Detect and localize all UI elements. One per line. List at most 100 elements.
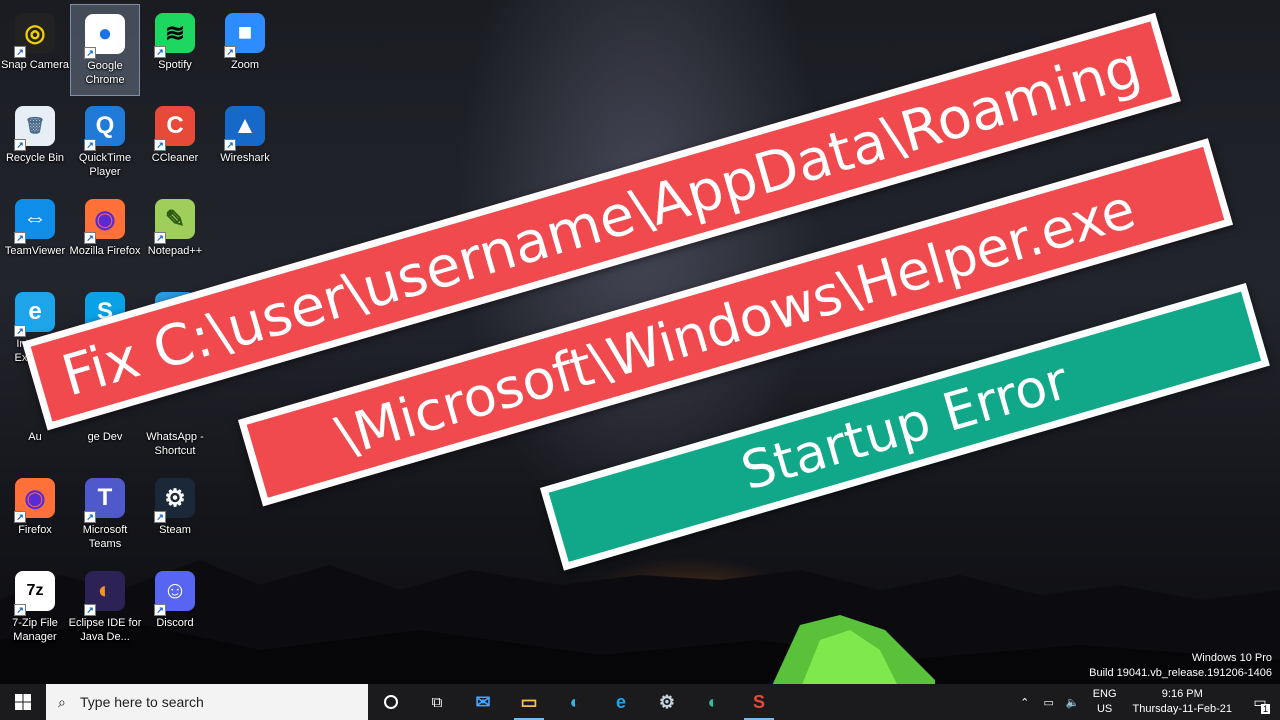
desktop-icon-label: Mozilla Firefox: [69, 245, 141, 257]
snagit-icon: S: [752, 691, 765, 712]
action-center-button[interactable]: ▭ 1: [1240, 684, 1280, 720]
desktop-icon-label: Wireshark: [220, 152, 270, 164]
desktop-icon-label: Eclipse IDE for Java De...: [68, 617, 142, 643]
desktop-icon-zoom[interactable]: ■ ↗ Zoom: [210, 4, 280, 96]
microsoft-teams-icon: T ↗: [82, 475, 128, 523]
taskbar-app-snagit[interactable]: S: [736, 684, 782, 720]
shortcut-arrow-icon: ↗: [84, 511, 96, 523]
desktop-icon-label: Discord: [156, 617, 194, 629]
desktop-icon-label: Snap Camera: [1, 59, 69, 71]
teamviewer-icon: ⇔ ↗: [12, 196, 58, 244]
desktop-icon-label: WhatsApp - Shortcut: [146, 431, 204, 457]
notepad-icon: ✎ ↗: [152, 196, 198, 244]
desktop-icon-quicktime-player[interactable]: Q ↗ QuickTime Player: [70, 97, 140, 189]
shortcut-arrow-icon: ↗: [14, 604, 26, 616]
clock-button[interactable]: 9:16 PM Thursday-11-Feb-21: [1125, 687, 1240, 717]
recycle-bin-icon: 🗑 ↗: [12, 103, 58, 151]
desktop-icon-label: Google Chrome: [85, 60, 125, 86]
desktop-icon-label: 7-Zip File Manager: [12, 617, 58, 643]
shortcut-arrow-icon: ↗: [154, 604, 166, 616]
internet-explorer-icon: e: [615, 691, 626, 712]
shortcut-arrow-icon: ↗: [154, 232, 166, 244]
task-view-button[interactable]: ⧉: [414, 684, 460, 720]
taskbar-app-internet-explorer[interactable]: e: [598, 684, 644, 720]
desktop-icon-discord[interactable]: ☺ ↗ Discord: [140, 562, 210, 654]
desktop-icon-label: Steam: [159, 524, 191, 536]
desktop-icon-label: TeamViewer: [4, 245, 66, 257]
desktop-icon-wireshark[interactable]: ▲ ↗ Wireshark: [210, 97, 280, 189]
mozilla-firefox-icon: ◉ ↗: [82, 196, 128, 244]
desktop-icon-mozilla-firefox[interactable]: ◉ ↗ Mozilla Firefox: [70, 190, 140, 282]
shortcut-arrow-icon: ↗: [84, 604, 96, 616]
internet-explorer-icon: e ↗: [12, 289, 58, 337]
windows-edition: Windows 10 Pro: [1191, 652, 1272, 664]
shortcut-arrow-icon: ↗: [224, 46, 236, 58]
taskbar-app-mail[interactable]: ✉: [460, 684, 506, 720]
shortcut-arrow-icon: ↗: [224, 139, 236, 151]
show-hidden-icons-button[interactable]: ⌃: [1013, 684, 1037, 720]
input-language-button[interactable]: ENG US: [1085, 687, 1125, 717]
desktop-icon-firefox[interactable]: ◉ ↗ Firefox: [0, 469, 70, 561]
speaker-icon: 🔈: [1065, 696, 1080, 709]
task-view-icon: ⧉: [431, 693, 443, 711]
taskbar: ⌕ Type here to search ⧉ ✉ ▭ ◐ e ⚙ ◐ S ⌃ ▭ 🔈 EN…: [0, 684, 1280, 720]
desktop-icon-ccleaner[interactable]: C ↗ CCleaner: [140, 97, 210, 189]
lang-top: ENG: [1092, 688, 1117, 700]
desktop-icon-spotify[interactable]: ≋ ↗ Spotify: [140, 4, 210, 96]
desktop-icon-notepad[interactable]: ✎ ↗ Notepad++: [140, 190, 210, 282]
network-icon: ▭: [1043, 696, 1054, 709]
shortcut-arrow-icon: ↗: [14, 511, 26, 523]
edge-dev-icon: ◐: [707, 691, 719, 712]
desktop-icon-label: QuickTime Player: [78, 152, 132, 178]
windows-logo-icon: [15, 694, 31, 710]
taskbar-app-edge-dev[interactable]: ◐: [690, 684, 736, 720]
desktop-icon-label: CCleaner: [151, 152, 199, 164]
clock-date: Thursday-11-Feb-21: [1132, 703, 1232, 715]
desktop-icon-recycle-bin[interactable]: 🗑 ↗ Recycle Bin: [0, 97, 70, 189]
desktop-icon-label: Microsoft Teams: [82, 524, 128, 550]
google-chrome-icon: ● ↗: [82, 11, 128, 59]
shortcut-arrow-icon: ↗: [84, 139, 96, 151]
shortcut-arrow-icon: ↗: [14, 232, 26, 244]
desktop-icon-snap-camera[interactable]: ◎ ↗ Snap Camera: [0, 4, 70, 96]
desktop-icon-microsoft-teams[interactable]: T ↗ Microsoft Teams: [70, 469, 140, 561]
steam-icon: ⚙: [658, 691, 676, 712]
desktop-icon-steam[interactable]: ⚙ ↗ Steam: [140, 469, 210, 561]
windows-build: Build 19041.vb_release.191206-1406: [1089, 667, 1272, 679]
shortcut-arrow-icon: ↗: [14, 325, 26, 337]
volume-button[interactable]: 🔈: [1061, 684, 1085, 720]
shortcut-arrow-icon: ↗: [154, 46, 166, 58]
zoom-icon: ■ ↗: [222, 10, 268, 58]
discord-icon: ☺ ↗: [152, 568, 198, 616]
desktop-icon-eclipse-ide-for-java-de[interactable]: ◐ ↗ Eclipse IDE for Java De...: [68, 562, 142, 654]
search-icon: ⌕: [58, 693, 66, 710]
cortana-button[interactable]: [368, 684, 414, 720]
desktop-icon-label: Recycle Bin: [5, 152, 65, 164]
system-tray: ⌃ ▭ 🔈 ENG US 9:16 PM Thursday-11-Feb-21 …: [1013, 684, 1280, 720]
notification-count: 1: [1260, 704, 1270, 714]
desktop-icon-label: Firefox: [18, 524, 52, 536]
network-button[interactable]: ▭: [1037, 684, 1061, 720]
start-button[interactable]: [0, 684, 46, 720]
quicktime-player-icon: Q ↗: [82, 103, 128, 151]
chevron-up-icon: ⌃: [1020, 696, 1030, 709]
shortcut-arrow-icon: ↗: [84, 47, 96, 59]
desktop-icon-7-zip-file-manager[interactable]: 7z ↗ 7-Zip File Manager: [0, 562, 70, 654]
edge-icon: ◐: [569, 691, 581, 712]
taskbar-app-file-explorer[interactable]: ▭: [506, 684, 552, 720]
shortcut-arrow-icon: ↗: [14, 139, 26, 151]
wireshark-icon: ▲ ↗: [222, 103, 268, 151]
desktop-icon-label: Spotify: [158, 59, 192, 71]
taskbar-search-box[interactable]: ⌕ Type here to search: [46, 684, 368, 720]
snap-camera-icon: ◎ ↗: [12, 10, 58, 58]
taskbar-app-steam[interactable]: ⚙: [644, 684, 690, 720]
eclipse-ide-for-java-de-icon: ◐ ↗: [82, 568, 128, 616]
shortcut-arrow-icon: ↗: [154, 511, 166, 523]
7-zip-file-manager-icon: 7z ↗: [12, 568, 58, 616]
desktop-icon-google-chrome[interactable]: ● ↗ Google Chrome: [70, 4, 140, 96]
ccleaner-icon: C ↗: [152, 103, 198, 151]
desktop-icon-teamviewer[interactable]: ⇔ ↗ TeamViewer: [0, 190, 70, 282]
shortcut-arrow-icon: ↗: [154, 139, 166, 151]
desktop-icon-label: Au: [28, 431, 42, 443]
taskbar-app-edge[interactable]: ◐: [552, 684, 598, 720]
